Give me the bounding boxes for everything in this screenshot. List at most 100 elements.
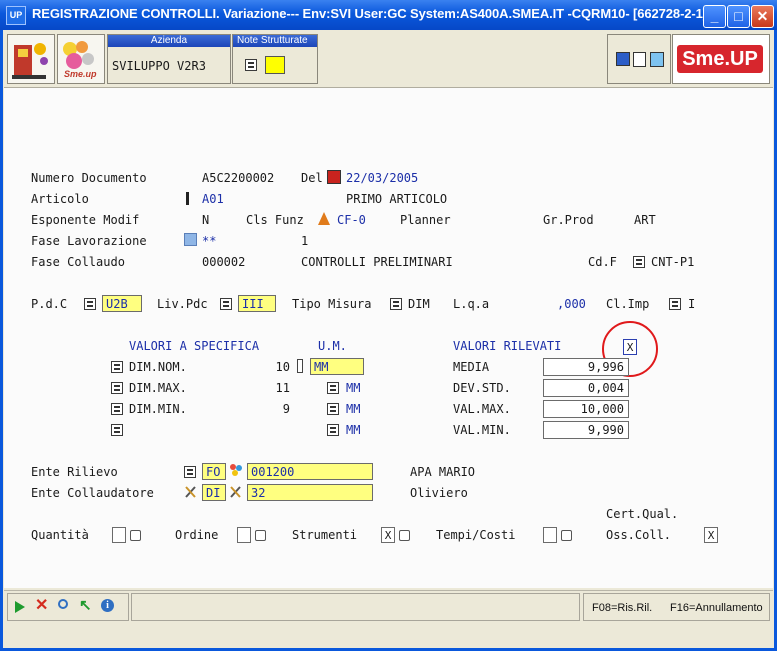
action-toolbar: ✕ ↖ i: [7, 593, 129, 621]
quantita-checkbox[interactable]: [112, 527, 126, 543]
quantita-detail-button[interactable]: [130, 530, 141, 541]
function-class-icon[interactable]: [318, 212, 330, 225]
spec-row-4-um: MM: [346, 423, 361, 437]
info-icon[interactable]: i: [101, 599, 114, 612]
azienda-group: Azienda SVILUPPO V2R3: [107, 34, 231, 84]
pdc-list-icon[interactable]: [84, 298, 96, 310]
note-group: Note Strutturate: [232, 34, 318, 84]
grprod-label: Gr.Prod: [543, 213, 594, 227]
window-title: REGISTRAZIONE CONTROLLI. Variazione--- E…: [32, 6, 708, 21]
printer-icon[interactable]: [616, 52, 630, 66]
cdf-label: Cd.F: [588, 255, 617, 269]
brand-logo: Sme.UP: [677, 45, 763, 73]
climp-list-icon[interactable]: [669, 298, 681, 310]
ente-rilievo-list-icon[interactable]: [184, 466, 196, 478]
tempi-costi-label: Tempi/Costi: [436, 528, 516, 542]
cdf-list-icon[interactable]: [633, 256, 645, 268]
back-arrow-icon[interactable]: ↖: [79, 597, 92, 615]
tipomisura-list-icon[interactable]: [390, 298, 402, 310]
ente-rilievo-type-field[interactable]: FO: [202, 463, 226, 480]
spec-row-1-um-field[interactable]: MM: [310, 358, 364, 375]
spec-row-2-label: DIM.MAX.: [129, 381, 187, 395]
search-icon[interactable]: [58, 599, 68, 609]
numero-documento-value: A5C2200002: [202, 171, 275, 185]
ordine-checkbox[interactable]: [237, 527, 251, 543]
spec-row-1-label: DIM.NOM.: [129, 360, 187, 374]
spec-row-3-um-icon[interactable]: [327, 403, 339, 415]
valmax-field[interactable]: 10,000: [543, 400, 629, 418]
livpdc-field[interactable]: III: [238, 295, 276, 312]
livpdc-list-icon[interactable]: [220, 298, 232, 310]
cancel-icon[interactable]: ✕: [35, 597, 48, 615]
article-pin-icon[interactable]: [186, 192, 189, 205]
fase-collaudo-value: 000002: [202, 255, 246, 269]
tipomisura-value: DIM: [408, 297, 430, 311]
maximize-button[interactable]: □: [727, 5, 750, 28]
spec-row-3-icon[interactable]: [111, 403, 123, 415]
tipomisura-label: Tipo Misura: [292, 297, 372, 311]
azienda-value: SVILUPPO V2R3: [112, 59, 206, 73]
fase-collaudo-label: Fase Collaudo: [31, 255, 125, 269]
spec-row-2-value: 11: [275, 381, 290, 395]
document-icon[interactable]: [633, 52, 646, 67]
spec-row-2-icon[interactable]: [111, 382, 123, 394]
minimize-button[interactable]: _: [703, 5, 726, 28]
toolbar-icons-group: [607, 34, 671, 84]
f08-key[interactable]: F08=Ris.Ril.: [592, 602, 652, 614]
play-icon[interactable]: [15, 601, 25, 613]
strumenti-label: Strumenti: [292, 528, 358, 542]
esponente-label: Esponente Modif: [31, 213, 140, 227]
calendar-icon[interactable]: [327, 170, 341, 184]
app-icon[interactable]: UP: [6, 6, 26, 25]
pdc-field[interactable]: U2B: [102, 295, 142, 312]
quantita-label: Quantità: [31, 528, 89, 542]
ordine-detail-button[interactable]: [255, 530, 266, 541]
ente-collaudatore-label: Ente Collaudatore: [31, 486, 154, 500]
ente-collaudatore-code-field[interactable]: 32: [247, 484, 373, 501]
smeup-logo[interactable]: Sme.up: [57, 34, 105, 84]
tempi-costi-checkbox[interactable]: [543, 527, 557, 543]
spec-row-4-icon[interactable]: [111, 424, 123, 436]
tempi-costi-detail-button[interactable]: [561, 530, 572, 541]
valmin-label: VAL.MIN.: [453, 423, 511, 437]
valmax-label: VAL.MAX.: [453, 402, 511, 416]
note-list-icon[interactable]: [245, 59, 257, 71]
cdf-value: CNT-P1: [651, 255, 695, 269]
ente-rilievo-code-field[interactable]: 001200: [247, 463, 373, 480]
f16-key[interactable]: F16=Annullamento: [670, 602, 763, 614]
spec-row-1-icon[interactable]: [111, 361, 123, 373]
spec-row-2-um-icon[interactable]: [327, 382, 339, 394]
ente-collaudatore-name: Oliviero: [410, 486, 468, 500]
fase-lavorazione-value: **: [202, 234, 217, 248]
note-indicator[interactable]: [265, 56, 285, 74]
grprod-value: ART: [634, 213, 656, 227]
smeup-logo-text: Sme.up: [64, 69, 97, 79]
ente-collaudatore-type-field[interactable]: DI: [202, 484, 226, 501]
osscoll-label: Oss.Coll.: [606, 528, 672, 542]
brand-box: Sme.UP: [672, 34, 770, 84]
tools-icon-2[interactable]: [229, 485, 242, 499]
osscoll-checkbox[interactable]: X: [704, 527, 718, 543]
clsfunz-value: CF-0: [337, 213, 366, 227]
machine-icon: [12, 43, 48, 79]
valori-rilevati-header: VALORI RILEVATI: [453, 339, 562, 353]
valmin-field[interactable]: 9,990: [543, 421, 629, 439]
spec-row-1-stepper[interactable]: [297, 359, 303, 373]
close-button[interactable]: ✕: [751, 5, 774, 28]
media-field[interactable]: 9,996: [543, 358, 629, 376]
devstd-field[interactable]: 0,004: [543, 379, 629, 397]
machine-logo[interactable]: [7, 34, 55, 84]
fase-lavorazione-number: 1: [301, 234, 309, 248]
phase-icon[interactable]: [184, 233, 197, 246]
fase-collaudo-desc: CONTROLLI PRELIMINARI: [301, 255, 453, 269]
help-book-icon[interactable]: [650, 52, 664, 67]
strumenti-checkbox[interactable]: X: [381, 527, 395, 543]
clsfunz-label: Cls Funz: [246, 213, 304, 227]
spec-row-4-um-icon[interactable]: [327, 424, 339, 436]
strumenti-detail-button[interactable]: [399, 530, 410, 541]
entity-balls-icon[interactable]: [229, 463, 243, 477]
climp-label: Cl.Imp: [606, 297, 650, 311]
bottom-strip: [4, 625, 773, 647]
tools-icon[interactable]: [184, 485, 197, 499]
spec-row-3-value: 9: [282, 402, 290, 416]
